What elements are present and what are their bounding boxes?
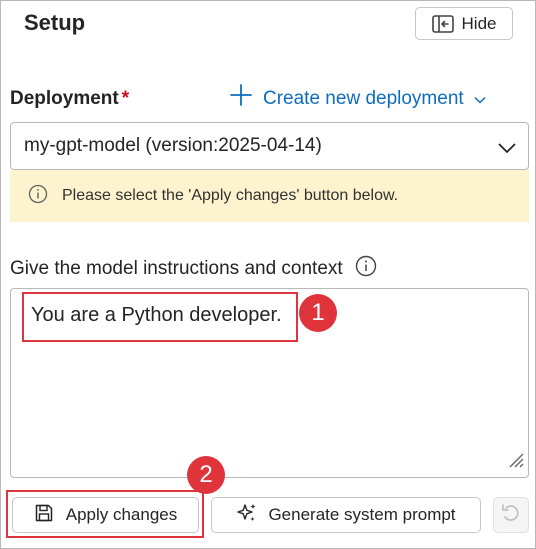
panel-title: Setup xyxy=(24,10,86,35)
chevron-down-icon xyxy=(498,138,516,160)
generate-system-prompt-button[interactable]: Generate system prompt xyxy=(211,497,481,533)
info-icon xyxy=(28,184,48,209)
info-icon[interactable] xyxy=(355,255,377,283)
reset-button[interactable] xyxy=(493,497,529,533)
instructions-label: Give the model instructions and context xyxy=(10,255,377,283)
resize-grip-icon[interactable] xyxy=(506,450,524,473)
required-mark: * xyxy=(121,88,130,109)
chevron-down-icon xyxy=(474,88,486,110)
undo-icon xyxy=(500,502,522,529)
step-2-badge: 2 xyxy=(187,456,225,494)
apply-changes-label: Apply changes xyxy=(65,505,178,524)
create-deployment-label: Create new deployment xyxy=(263,88,464,109)
generate-system-prompt-label: Generate system prompt xyxy=(268,505,456,524)
save-icon xyxy=(34,503,54,528)
sparkle-icon xyxy=(236,502,258,529)
apply-changes-button[interactable]: Apply changes xyxy=(12,497,199,533)
create-deployment-link[interactable]: Create new deployment xyxy=(229,83,486,112)
deployment-selected-value: my-gpt-model (version:2025-04-14) xyxy=(24,135,322,156)
apply-changes-notice: Please select the 'Apply changes' button… xyxy=(10,170,529,222)
hide-button[interactable]: Hide xyxy=(415,7,513,40)
hide-button-label: Hide xyxy=(461,13,497,33)
collapse-panel-icon xyxy=(431,14,454,33)
step-1-highlight xyxy=(22,292,298,342)
plus-icon xyxy=(229,83,253,112)
instructions-label-text: Give the model instructions and context xyxy=(10,258,343,279)
step-1-badge: 1 xyxy=(299,294,337,332)
deployment-label: Deployment * xyxy=(10,88,129,110)
notice-text: Please select the 'Apply changes' button… xyxy=(62,187,399,204)
deployment-label-text: Deployment xyxy=(10,88,119,109)
deployment-select[interactable]: my-gpt-model (version:2025-04-14) xyxy=(10,122,529,170)
